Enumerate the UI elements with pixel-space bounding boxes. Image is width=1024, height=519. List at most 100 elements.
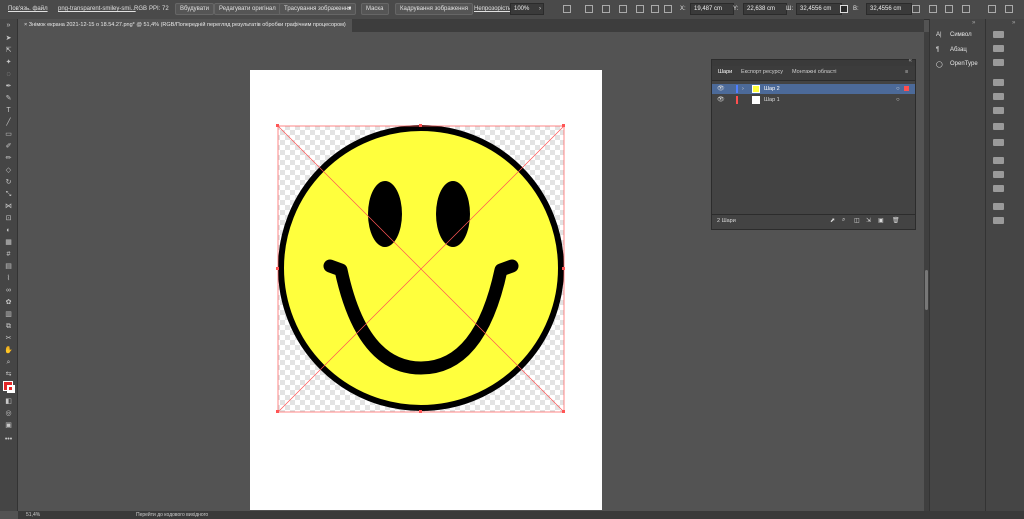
tab-layers[interactable]: Шари [718,69,732,75]
mask-button[interactable]: Маска [361,3,389,15]
isolate-icon[interactable] [962,5,970,13]
graph-tool-icon[interactable]: ▥ [4,311,13,319]
slice-tool-icon[interactable]: ✂ [4,335,13,343]
placed-image[interactable] [250,70,602,510]
swatches-icon[interactable] [993,123,1004,130]
color-icon[interactable] [993,107,1004,114]
gradient-icon[interactable] [993,171,1004,178]
paintbrush-tool-icon[interactable]: ✐ [4,143,13,151]
document-tab[interactable]: × Знімок екрана 2021-12-15 о 18.54.27.pn… [18,19,352,32]
panel-collapse-icon[interactable]: « [909,58,912,64]
properties-icon[interactable] [993,31,1004,38]
zoom-tool-icon[interactable]: ⌕ [4,359,13,367]
width-tool-icon[interactable]: ⋈ [4,203,13,211]
w-input[interactable]: 32,4556 cm [796,3,842,15]
symbol-sprayer-icon[interactable]: ✿ [4,299,13,307]
trash-icon[interactable]: 🗑 [892,217,900,224]
new-sublayer-icon[interactable]: ⇲ [866,217,871,224]
export-icon[interactable]: ⬈ [830,217,835,224]
align-right-icon[interactable] [602,5,610,13]
h-input[interactable]: 32,4556 cm [866,3,912,15]
transform-panel-icon[interactable] [993,93,1004,100]
layer-row-1[interactable]: 👁 Шар 1 ○ [712,95,915,105]
type-tool-icon[interactable]: T [4,107,13,115]
appearance-icon[interactable] [993,203,1004,210]
x-input[interactable]: 19,487 cm [690,3,734,15]
arrange-icon[interactable] [929,5,937,13]
zoom-level[interactable]: 51,4% [26,511,40,519]
curvature-tool-icon[interactable]: ✎ [4,95,13,103]
chevron-right-icon[interactable]: › [539,4,541,14]
dock-item-opentype[interactable]: OpenType [950,61,978,67]
dock-collapse-icon[interactable]: » [1012,20,1015,26]
y-input[interactable]: 22,638 cm [743,3,787,15]
lasso-tool-icon[interactable]: ◌ [4,71,13,79]
opacity-label[interactable]: Непрозорість: [474,4,513,14]
blend-tool-icon[interactable]: ∞ [4,287,13,295]
dock-item-character[interactable]: Символ [950,32,972,38]
edit-original-button[interactable]: Редагувати оригінал [214,3,281,15]
eye-icon[interactable]: 👁 [717,84,725,94]
new-layer-icon[interactable]: ▣ [878,217,884,224]
eraser-tool-icon[interactable]: ◇ [4,167,13,175]
image-trace-button[interactable]: Трасування зображення [279,3,357,15]
align-bottom-icon[interactable] [651,5,659,13]
align-top-icon[interactable] [619,5,627,13]
gradient-tool-icon[interactable]: ▤ [4,263,13,271]
scroll-thumb[interactable] [925,270,928,310]
tab-close-icon[interactable]: × [24,22,27,28]
magic-wand-icon[interactable]: ✦ [4,59,13,67]
opentype-icon[interactable]: ◯ [936,61,943,68]
panel-menu-icon[interactable]: ≡ [905,69,908,75]
scale-tool-icon[interactable]: ⤡ [4,191,13,199]
linked-file-link[interactable]: Пов'язь. файл [8,4,48,14]
libraries-icon[interactable] [993,45,1004,52]
swap-colors-icon[interactable]: ⇆ [4,371,13,379]
perspective-grid-icon[interactable]: ▦ [4,239,13,247]
layer-row-2[interactable]: 👁 › Шар 2 ○ [712,84,915,94]
artboard-tool-icon[interactable]: ⧉ [4,323,13,331]
selection-indicator[interactable] [904,86,909,91]
color-mode-icon[interactable]: ◧ [4,398,13,406]
eye-icon[interactable]: 👁 [717,95,725,105]
artboard[interactable] [250,70,602,510]
transparency-icon[interactable] [993,185,1004,192]
eyedropper-tool-icon[interactable]: ⌇ [4,275,13,283]
draw-mode-icon[interactable]: ◎ [4,410,13,418]
expand-arrow-icon[interactable]: › [742,84,744,94]
arrange-documents-icon[interactable] [988,5,996,13]
graphic-styles-icon[interactable] [993,217,1004,224]
free-transform-icon[interactable]: ⊡ [4,215,13,223]
transform-icon[interactable] [912,5,920,13]
paragraph-icon[interactable]: ¶ [936,47,939,53]
more-tools-icon[interactable]: ••• [4,436,13,444]
embed-button[interactable]: Вбудувати [175,3,215,15]
align-middle-icon[interactable] [636,5,644,13]
panel-menu-icon[interactable] [1005,5,1013,13]
flip-icon[interactable] [945,5,953,13]
layer-name[interactable]: Шар 2 [764,84,780,94]
pen-tool-icon[interactable]: ✒ [4,83,13,91]
layer-name[interactable]: Шар 1 [764,95,780,105]
target-icon[interactable]: ○ [896,84,900,94]
tab-artboards[interactable]: Монтажні області [792,69,836,75]
shape-builder-icon[interactable]: ◐ [4,227,13,235]
align-icon[interactable] [993,79,1004,86]
rectangle-tool-icon[interactable]: ▭ [4,131,13,139]
stroke-color-swatch[interactable] [7,385,15,393]
chevron-down-icon[interactable]: ▾ [348,4,351,14]
toolbar-collapse-icon[interactable]: » [4,22,13,30]
screen-mode-icon[interactable]: ▣ [4,422,13,430]
stroke-icon[interactable] [993,157,1004,164]
clipping-mask-icon[interactable]: ◫ [854,217,860,224]
shaper-tool-icon[interactable]: ✏ [4,155,13,163]
align-left-icon[interactable] [563,5,571,13]
mesh-tool-icon[interactable]: # [4,251,13,259]
rotate-tool-icon[interactable]: ↻ [4,179,13,187]
dock-collapse-icon[interactable]: » [972,20,975,26]
line-tool-icon[interactable]: ╱ [4,119,13,127]
tab-asset-export[interactable]: Експорт ресурсу [741,69,783,75]
crop-image-button[interactable]: Кадрування зображення [395,3,473,15]
reference-point-icon[interactable] [664,5,672,13]
brushes-icon[interactable] [993,139,1004,146]
